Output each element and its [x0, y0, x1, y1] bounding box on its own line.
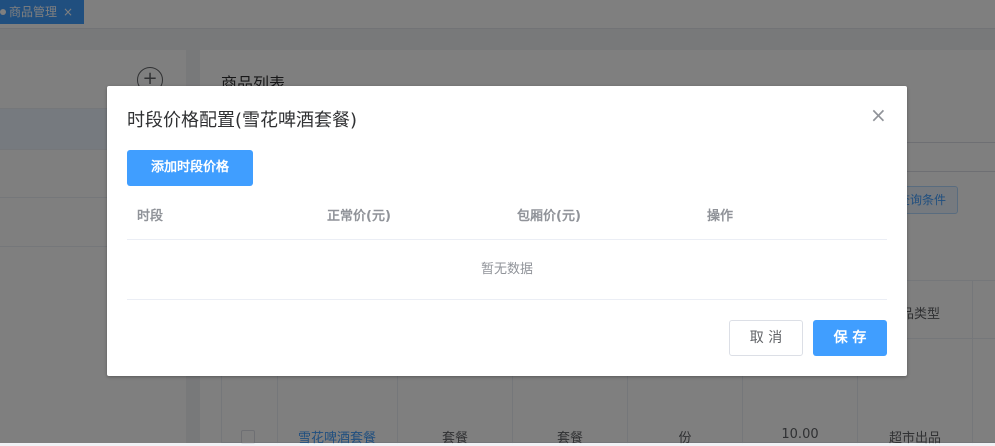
- column-header-actions: 操作: [707, 209, 734, 224]
- close-icon[interactable]: ×: [870, 103, 887, 127]
- empty-state-text: 暂无数据: [127, 240, 887, 300]
- add-time-price-button[interactable]: 添加时段价格: [127, 150, 253, 186]
- column-header-period: 时段: [137, 209, 164, 224]
- save-button[interactable]: 保 存: [813, 320, 887, 356]
- dialog-title: 时段价格配置(雪花啤酒套餐): [127, 110, 358, 131]
- column-header-normal-price: 正常价(元): [327, 209, 391, 224]
- time-price-table: 时段 正常价(元) 包厢价(元) 操作 暂无数据: [127, 198, 887, 300]
- cancel-button[interactable]: 取 消: [729, 320, 803, 356]
- time-price-dialog: 时段价格配置(雪花啤酒套餐) × 添加时段价格 时段 正常价(元) 包厢价(元)…: [107, 86, 907, 376]
- table-header: 时段 正常价(元) 包厢价(元) 操作: [127, 198, 887, 240]
- column-header-room-price: 包厢价(元): [517, 209, 581, 224]
